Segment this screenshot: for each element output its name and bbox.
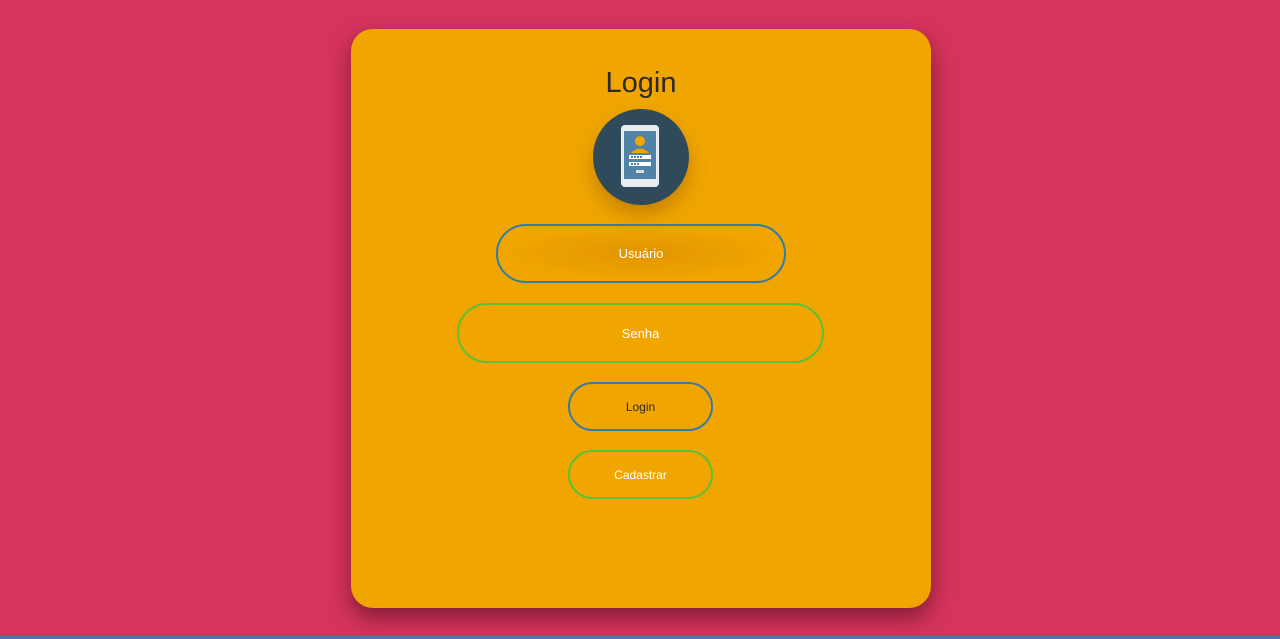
username-field[interactable]: [496, 224, 786, 283]
page-title: Login: [605, 67, 677, 99]
login-card: Login Login Cadastrar: [351, 29, 931, 608]
mobile-login-icon: [593, 109, 689, 205]
login-button[interactable]: Login: [568, 382, 713, 431]
password-field[interactable]: [457, 303, 824, 363]
register-button[interactable]: Cadastrar: [568, 450, 713, 499]
